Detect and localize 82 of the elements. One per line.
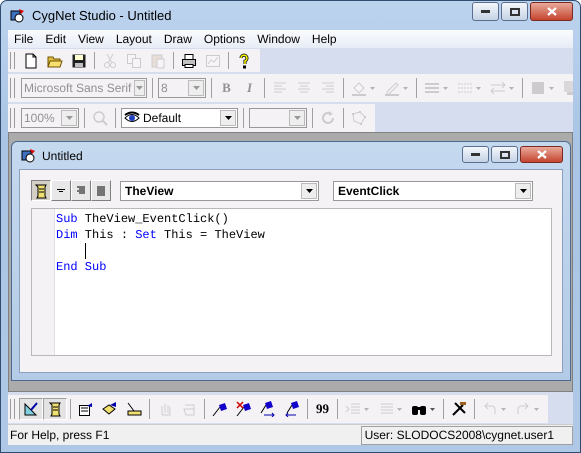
code-line: End Sub bbox=[56, 259, 106, 275]
caret-icon bbox=[443, 86, 448, 90]
caret-icon bbox=[66, 116, 72, 120]
caret-icon bbox=[370, 86, 375, 90]
toolbar-button[interactable] bbox=[43, 398, 67, 420]
tools-icon bbox=[451, 401, 467, 417]
menu-item[interactable]: File bbox=[8, 32, 40, 46]
paste-icon bbox=[150, 52, 166, 68]
caret-icon bbox=[430, 408, 435, 410]
text-top-icon bbox=[56, 189, 66, 192]
menu-item[interactable]: Options bbox=[198, 32, 252, 46]
view-toggle-button[interactable] bbox=[31, 180, 51, 201]
refresh-icon bbox=[320, 110, 336, 126]
caret-icon bbox=[364, 408, 369, 410]
redo-icon bbox=[515, 401, 531, 417]
caret-icon bbox=[501, 408, 506, 410]
printer-icon bbox=[181, 52, 197, 68]
dropdown-field[interactable]: EventClick bbox=[333, 180, 533, 200]
stack-arrow-icon bbox=[102, 401, 118, 417]
code-line: Dim This : Set This = TheView bbox=[56, 227, 265, 243]
minimize-icon bbox=[481, 10, 490, 13]
double-arrow-icon bbox=[490, 80, 506, 96]
caret-icon bbox=[136, 86, 144, 90]
menu-item[interactable]: Edit bbox=[39, 32, 72, 46]
toolbar-button[interactable] bbox=[19, 398, 43, 420]
caret-icon bbox=[549, 86, 554, 90]
copy-icon bbox=[126, 52, 142, 68]
chart-icon bbox=[205, 52, 221, 68]
paint-bucket-icon bbox=[351, 80, 367, 96]
line-weight-icon bbox=[424, 80, 440, 96]
caret-icon bbox=[306, 188, 312, 192]
maximize-button[interactable] bbox=[501, 2, 528, 21]
close-icon bbox=[536, 150, 546, 159]
menu-item[interactable]: View bbox=[72, 32, 110, 46]
flag-delete-icon bbox=[236, 401, 252, 417]
window-title: Untitled bbox=[42, 148, 84, 162]
dropdown-field[interactable]: Default bbox=[121, 108, 238, 128]
toolbar-button[interactable]: 99 bbox=[311, 398, 334, 420]
close-button[interactable] bbox=[530, 2, 573, 21]
minimize-icon bbox=[471, 153, 480, 156]
caret-icon bbox=[509, 86, 514, 90]
pen-icon bbox=[384, 80, 400, 96]
maximize-button[interactable] bbox=[491, 146, 518, 163]
minimize-button[interactable] bbox=[462, 146, 489, 163]
caret-icon bbox=[294, 116, 300, 120]
code-line: Sub TheView_EventClick() bbox=[56, 211, 229, 227]
cut-icon bbox=[102, 52, 118, 68]
ruler-icon bbox=[126, 401, 142, 417]
close-icon bbox=[546, 7, 556, 16]
status-text: For Help, press F1 bbox=[9, 428, 110, 442]
form-icon bbox=[78, 401, 94, 417]
caret-icon bbox=[476, 86, 481, 90]
app-icon bbox=[21, 148, 37, 164]
flag-next-icon bbox=[260, 401, 276, 417]
caret-icon bbox=[192, 86, 200, 90]
menu-item[interactable]: Draw bbox=[158, 32, 198, 46]
polygon-icon bbox=[351, 110, 367, 126]
window-title: CygNet Studio - Untitled bbox=[32, 8, 172, 23]
caret-icon bbox=[403, 86, 408, 90]
flag-icon bbox=[212, 401, 228, 417]
app-icon bbox=[10, 8, 26, 24]
dropdown-field[interactable]: TheView bbox=[120, 180, 319, 200]
square-icon bbox=[530, 80, 546, 96]
magnifier-icon bbox=[92, 110, 108, 126]
scroll-icon bbox=[33, 182, 49, 198]
flag-prev-icon bbox=[284, 401, 300, 417]
close-button[interactable] bbox=[520, 146, 563, 163]
menu-item[interactable]: Window bbox=[251, 32, 306, 46]
save-icon bbox=[71, 52, 87, 68]
undo-icon bbox=[482, 401, 498, 417]
scroll-icon bbox=[47, 401, 63, 417]
restore-icon bbox=[510, 8, 520, 16]
minimize-button[interactable] bbox=[472, 2, 499, 21]
menu-item[interactable]: Layout bbox=[110, 32, 158, 46]
restore-icon bbox=[500, 150, 510, 158]
caret-icon bbox=[397, 408, 402, 410]
menu-item[interactable]: Help bbox=[306, 32, 343, 46]
caret-icon bbox=[534, 408, 539, 410]
caret-icon bbox=[520, 188, 526, 192]
user-status-text: User: SLODOCS2008\cygnet.user1 bbox=[360, 426, 573, 444]
new-file-icon bbox=[23, 52, 39, 68]
caret-icon bbox=[224, 116, 232, 120]
